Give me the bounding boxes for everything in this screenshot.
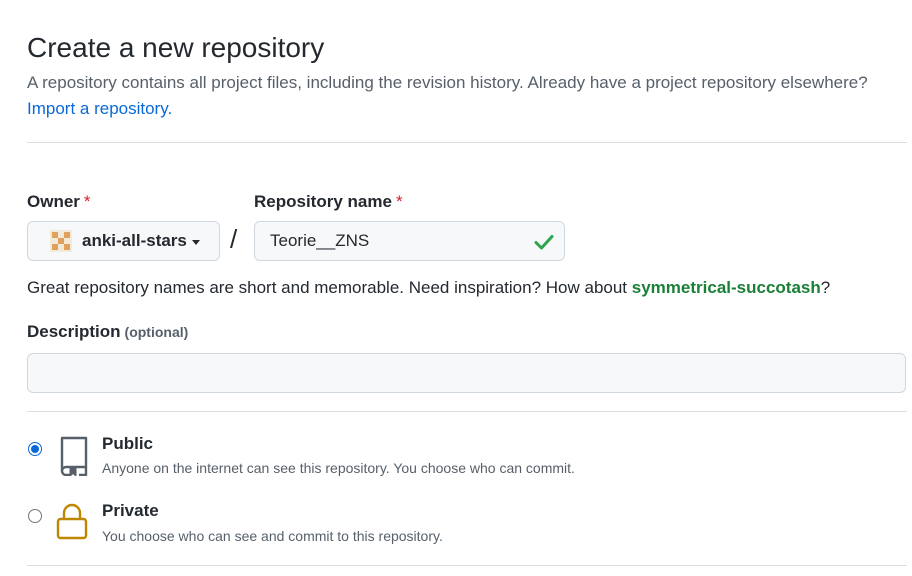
repo-name-label-text: Repository name [254,192,392,211]
optional-label: (optional) [124,324,189,340]
name-suggestion-link[interactable]: symmetrical-succotash [632,278,821,297]
description-input[interactable] [27,353,906,393]
owner-dropdown[interactable]: anki-all-stars [27,221,220,261]
page-title: Create a new repository [27,32,325,63]
hint-text: Great repository names are short and mem… [27,278,632,297]
public-option-description: Anyone on the internet can see this repo… [102,460,575,476]
owner-label: Owner * [27,192,91,212]
repo-name-field [254,221,565,261]
public-radio[interactable] [28,442,42,456]
repo-name-hint: Great repository names are short and mem… [27,278,830,298]
public-option-title: Public [102,434,154,453]
repo-name-label: Repository name * [254,192,403,212]
owner-name: anki-all-stars [82,231,187,250]
private-option-description: You choose who can see and commit to thi… [102,528,443,544]
repo-name-required-mark: * [395,192,403,211]
lock-icon [56,503,88,540]
hint-suffix: ? [820,278,831,297]
repo-name-input[interactable] [255,222,564,260]
radio-dot [31,445,39,453]
divider [27,565,907,566]
identicon-avatar-icon [50,230,72,252]
owner-repo-separator: / [230,224,238,254]
divider [27,411,907,412]
private-option-title: Private [102,501,159,520]
divider [27,142,907,143]
owner-required-mark: * [83,192,91,211]
check-icon [534,235,554,250]
repo-icon [60,436,88,476]
caret-down-icon [191,239,200,245]
import-repository-link[interactable]: Import a repository. [27,99,172,119]
description-label: Description (optional) [27,322,188,342]
page-subtitle: A repository contains all project files,… [27,73,868,92]
private-radio[interactable] [28,509,42,523]
owner-label-text: Owner [27,192,80,211]
description-label-text: Description [27,322,121,341]
